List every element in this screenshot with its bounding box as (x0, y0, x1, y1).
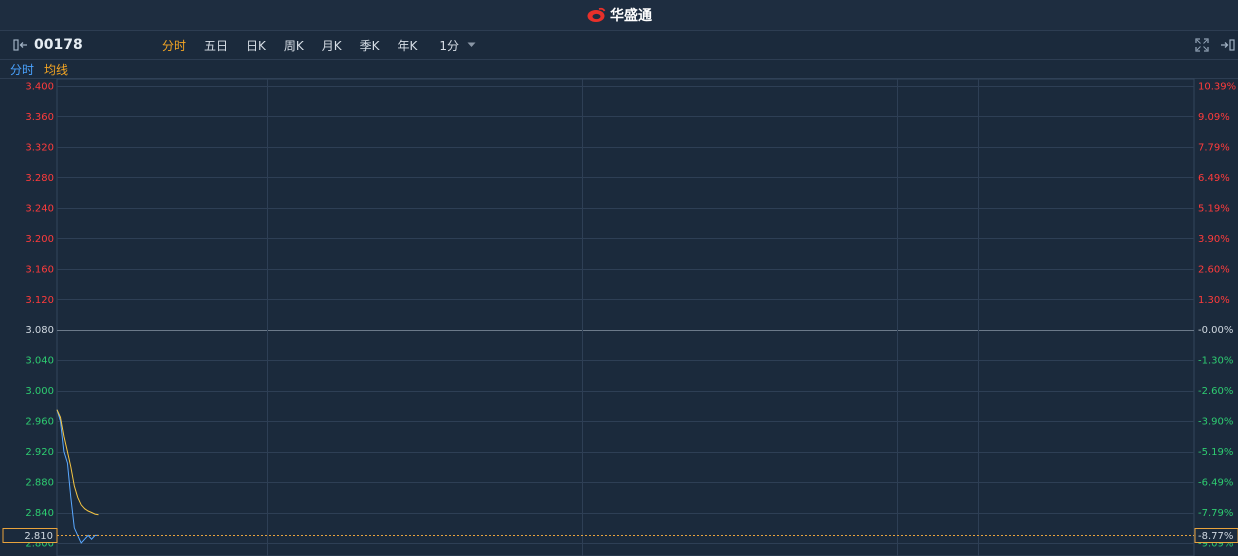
left-axis-tick: 3.200 (25, 234, 54, 245)
current-pct-label: -8.77% (1198, 531, 1233, 542)
right-axis-tick: 3.90% (1198, 234, 1230, 245)
left-axis-tick: 2.960 (25, 417, 54, 428)
right-axis-tick: -5.19% (1198, 447, 1233, 458)
current-price-label: 2.810 (24, 531, 53, 542)
right-axis-tick: 10.39% (1198, 82, 1236, 93)
left-axis-tick: 2.840 (25, 508, 54, 519)
left-axis-tick: 2.880 (25, 478, 54, 489)
left-axis-tick: 3.400 (25, 82, 54, 93)
right-axis-tick: 9.09% (1198, 112, 1230, 123)
intraday-chart: 3.400 3.360 3.320 3.280 3.240 3.200 3.160 3.120… (2, 78, 1238, 556)
average-line (56, 409, 99, 516)
left-axis-tick: 3.080 (25, 325, 54, 336)
plot-frame (56, 78, 1195, 556)
left-axis-tick: 3.320 (25, 142, 54, 153)
right-axis-tick: 7.79% (1198, 142, 1230, 153)
right-axis-tick: -6.49% (1198, 478, 1233, 489)
price-line (56, 409, 99, 544)
right-axis-tick: 1.30% (1198, 295, 1230, 306)
left-axis-tick: 3.160 (25, 264, 54, 275)
left-axis-tick: 3.240 (25, 203, 54, 214)
left-axis-tick: 2.920 (25, 447, 54, 458)
left-axis-tick: 3.000 (25, 386, 54, 397)
right-axis-tick: -7.79% (1198, 508, 1233, 519)
right-axis-tick: -0.00% (1198, 325, 1233, 336)
right-axis-tick: 2.60% (1198, 264, 1230, 275)
right-axis-tick: -1.30% (1198, 356, 1233, 367)
right-axis-tick: 6.49% (1198, 173, 1230, 184)
right-axis-tick: -3.90% (1198, 417, 1233, 428)
left-axis-tick: 3.040 (25, 356, 54, 367)
left-axis-tick: 3.280 (25, 173, 54, 184)
right-axis-tick: 5.19% (1198, 203, 1230, 214)
left-axis-tick: 3.120 (25, 295, 54, 306)
left-axis-tick: 3.360 (25, 112, 54, 123)
right-axis-tick: -2.60% (1198, 386, 1233, 397)
